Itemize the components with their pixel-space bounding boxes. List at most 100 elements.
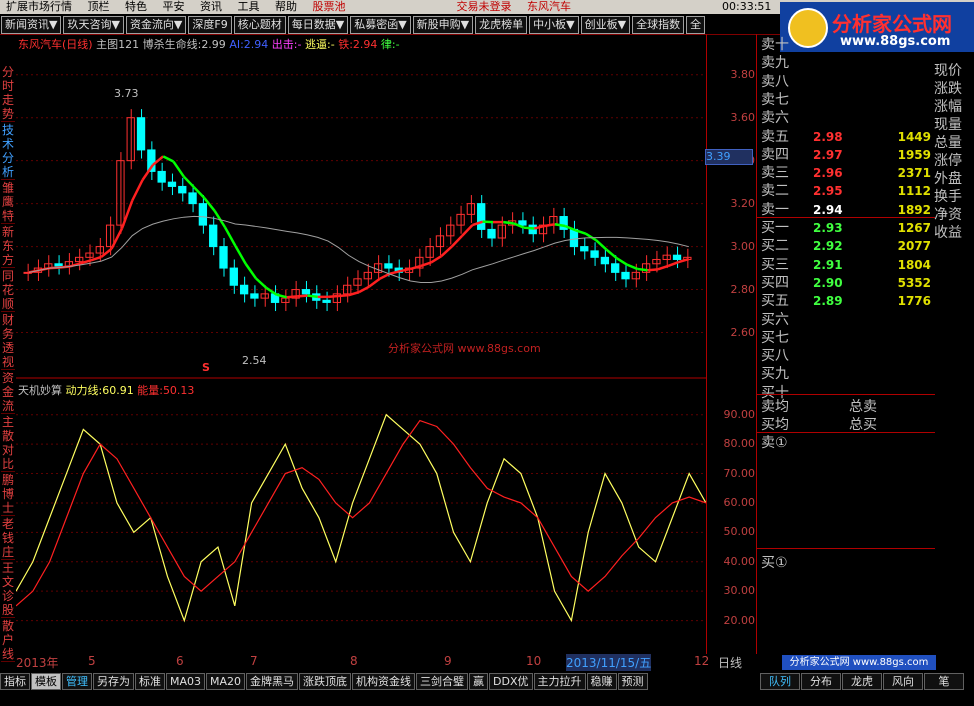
candle-body — [219, 246, 228, 269]
sidebar-item-0[interactable]: 分时走势 — [1, 65, 15, 122]
menu-button-6[interactable]: 私募密函▼ — [350, 16, 411, 34]
template-tab-5[interactable]: MA03 — [166, 673, 206, 690]
template-tab-3[interactable]: 另存为 — [93, 673, 134, 690]
sell-level-price[interactable]: 2.97 — [813, 146, 843, 164]
panel-tabs: 队列 分布 龙虎 风向笔 — [760, 673, 965, 690]
menu-help[interactable]: 帮助 — [269, 0, 303, 14]
menu-ext[interactable]: 扩展市场行情 — [0, 0, 78, 14]
order-book-summary-4: 卖① — [761, 435, 788, 451]
buy-level-volume: 2077 — [897, 239, 931, 254]
sub-header: 天机妙算 动力线:60.91 能量:50.13 — [18, 382, 194, 398]
menu-button-2[interactable]: 资金流向▼ — [125, 16, 187, 34]
menu-pingan[interactable]: 平安 — [157, 0, 191, 14]
panel-tab-2[interactable]: 龙虎 — [842, 673, 882, 690]
menu-button-1[interactable]: 玖天咨询▼ — [63, 16, 124, 34]
candle-body — [229, 267, 238, 286]
template-tab-1[interactable]: 模板 — [31, 673, 61, 690]
template-tab-4[interactable]: 标准 — [135, 673, 165, 690]
template-tab-8[interactable]: 涨跌顶底 — [299, 673, 352, 690]
login-status[interactable]: 交易未登录 — [451, 0, 518, 14]
ma-line-segment — [450, 234, 463, 248]
ai-label: AI: — [229, 38, 244, 51]
menu-top[interactable]: 顶栏 — [82, 0, 116, 14]
sell-level-price[interactable]: 2.95 — [813, 182, 843, 200]
menu-button-0[interactable]: 新闻资讯▼ — [1, 16, 62, 34]
buy-level-price[interactable]: 2.90 — [813, 274, 843, 292]
sell-level-label: 卖十 — [761, 37, 789, 53]
template-tab-15[interactable]: 预测 — [617, 673, 648, 690]
ma-line-segment — [110, 227, 124, 250]
template-tab-2[interactable]: 管理 — [62, 673, 92, 690]
sidebar-item-10[interactable]: 王文诊股 — [1, 561, 15, 618]
menu-button-9[interactable]: 中小板▼ — [529, 16, 579, 34]
sidebar-item-7[interactable]: 主散对比 — [1, 415, 15, 472]
panel-tab-4[interactable]: 笔 — [924, 673, 964, 690]
menu-button-12[interactable]: 全 — [686, 16, 706, 34]
kline-chart[interactable] — [15, 34, 707, 654]
template-tab-14[interactable]: 稳赚 — [586, 673, 617, 690]
template-tab-12[interactable]: DDX优 — [489, 673, 533, 690]
sell-level-price[interactable]: 2.98 — [813, 128, 843, 146]
panel-tab-0[interactable]: 队列 — [760, 673, 800, 690]
menu-button-10[interactable]: 创业板▼ — [580, 16, 631, 34]
buy-level-price[interactable]: 2.93 — [813, 219, 843, 237]
sidebar-item-6[interactable]: 资金流 — [1, 371, 15, 414]
watermark: 分析家公式网 www.88gs.com — [388, 342, 541, 355]
menu-special[interactable]: 特色 — [119, 0, 153, 14]
template-tab-10[interactable]: 三剑合璧 — [416, 673, 469, 690]
template-tab-11[interactable]: 赢 — [469, 673, 489, 690]
sub-y-tick: 80.00 — [723, 437, 756, 451]
template-tab-6[interactable]: MA20 — [206, 673, 246, 690]
menu-button-4[interactable]: 核心题材 — [233, 16, 286, 34]
buy-level-volume: 1267 — [897, 221, 931, 235]
menu-tools[interactable]: 工具 — [232, 0, 266, 14]
buy-level-label: 买九 — [761, 366, 789, 383]
sidebar-item-1[interactable]: 技术分析 — [1, 123, 15, 180]
quote-field-label: 现量 — [934, 117, 962, 133]
sidebar-item-8[interactable]: 鹏博士 — [1, 473, 15, 516]
template-tab-9[interactable]: 机构资金线 — [352, 673, 416, 690]
sidebar-item-3[interactable]: 新东方 — [1, 225, 15, 268]
candle-body — [198, 203, 208, 226]
buy-level-price[interactable]: 2.89 — [813, 292, 843, 310]
sell-level-price[interactable]: 2.94 — [813, 201, 843, 219]
buy-level-price[interactable]: 2.91 — [813, 256, 843, 274]
low-annotation: 2.54 — [242, 354, 267, 367]
sidebar-item-4[interactable]: 同花顺 — [1, 269, 15, 312]
template-tab-0[interactable]: 指标 — [0, 673, 30, 690]
menu-button-7[interactable]: 新股申购▼ — [412, 16, 474, 34]
sidebar-item-9[interactable]: 老钱庄 — [1, 517, 15, 560]
menu-news[interactable]: 资讯 — [194, 0, 228, 14]
panel-tab-1[interactable]: 分布 — [801, 673, 841, 690]
period-label[interactable]: 日线 — [706, 654, 754, 670]
template-tab-7[interactable]: 金牌黑马 — [246, 673, 299, 690]
main-y-tick: 3.80 — [730, 67, 756, 81]
x-axis-tick: 7 — [250, 654, 258, 668]
menu-button-8[interactable]: 龙虎榜单 — [475, 16, 528, 34]
sell-level-volume: 1959 — [897, 147, 931, 162]
candle-body — [301, 289, 311, 295]
sell-level-volume: 1892 — [897, 202, 931, 217]
order-book-summary-0: 卖均 — [761, 399, 789, 415]
sidebar-item-11[interactable]: 散户线 — [1, 619, 15, 662]
sidebar-item-2[interactable]: 雏鹰特 — [1, 181, 15, 224]
stock-pool-link[interactable]: 股票池 — [307, 0, 352, 14]
main-y-tick: 3.20 — [730, 196, 756, 210]
ma-line-segment — [327, 294, 339, 299]
ma-line-segment — [389, 269, 401, 275]
buy-level-price[interactable]: 2.92 — [813, 237, 843, 255]
panel-tab-3[interactable]: 风向 — [883, 673, 923, 690]
buy-level-volume: 1776 — [897, 294, 931, 309]
template-tab-13[interactable]: 主力拉升 — [533, 673, 586, 690]
sidebar-item-5[interactable]: 财务透视 — [1, 313, 15, 370]
sell-level-label: 卖八 — [761, 73, 789, 90]
menu-button-11[interactable]: 全球指数 — [632, 16, 685, 34]
quote-field-label: 涨停 — [934, 153, 962, 169]
menu-button-5[interactable]: 每日数据▼ — [287, 16, 349, 34]
quote-field-label: 净资 — [934, 207, 962, 223]
buy-level-label: 买四 — [761, 274, 789, 291]
sell-level-price[interactable]: 2.96 — [813, 164, 843, 182]
menu-button-3[interactable]: 深度F9 — [188, 16, 232, 34]
chart-area[interactable]: 东风汽车(日线) 主图121 博杀生命线:2.99 AI:2.94 出击:- 逃… — [15, 34, 707, 654]
ma-line-segment — [523, 226, 535, 230]
